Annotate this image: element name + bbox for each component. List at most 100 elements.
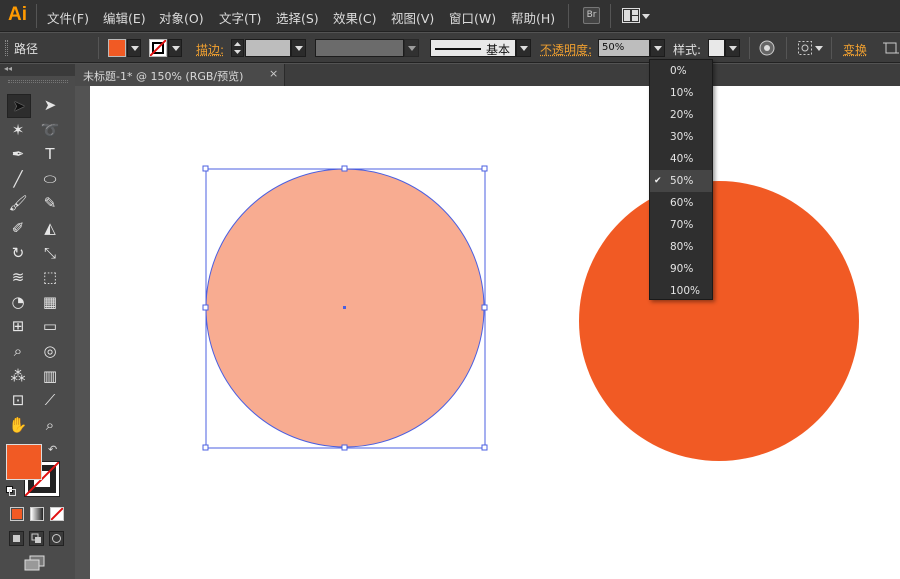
color-icon [12,509,22,519]
symbol-sprayer-tool-icon[interactable]: ⁂ [7,365,29,387]
menu-help[interactable]: 帮助(H) [511,8,555,27]
mesh-tool-icon[interactable]: ⊞ [7,315,29,337]
slice-tool-icon[interactable]: ⟋ [39,389,61,411]
gradient-mode-button[interactable] [30,507,44,521]
opacity-option[interactable]: 60% [650,192,712,214]
gradient-tool-icon[interactable]: ▭ [39,315,61,337]
variable-width-dropdown[interactable] [404,39,419,57]
scale-tool-icon[interactable]: ⤡ [39,242,61,264]
brush-definition-dropdown[interactable] [516,39,531,57]
eyedropper-tool-icon[interactable]: ⌕ [7,340,29,362]
brush-definition-field[interactable]: 基本 [430,39,516,57]
rotate-tool-icon[interactable]: ↻ [7,242,29,264]
type-tool-icon[interactable]: T [39,143,61,165]
recolor-artwork-icon[interactable] [759,40,775,56]
variable-width-profile[interactable] [315,39,404,57]
opaque-circle[interactable] [579,181,859,461]
fill-color [109,40,125,56]
swap-fill-stroke-icon[interactable]: ↶ [48,443,57,456]
screen-mode-button[interactable] [24,555,46,571]
menu-effect[interactable]: 效果(C) [333,8,376,27]
pen-tool-icon[interactable]: ✒ [7,143,29,165]
color-mode-button[interactable] [10,507,24,521]
resize-handle-top[interactable] [341,165,348,172]
stepper-arrows-icon [234,42,241,54]
draw-normal-button[interactable] [9,531,24,546]
fill-dropdown[interactable] [127,39,141,57]
draw-behind-button[interactable] [29,531,44,546]
line-tool-icon[interactable]: ╱ [7,168,29,190]
default-colors-icon[interactable] [6,485,16,496]
opacity-option[interactable]: 0% [650,60,712,82]
opacity-input[interactable]: 50% [598,39,650,57]
lasso-tool-icon[interactable]: ➰ [39,119,61,141]
chevron-down-icon[interactable] [815,46,823,51]
graphic-style-swatch[interactable] [708,39,725,57]
stroke-weight-stepper[interactable] [231,39,244,57]
control-bar-grip[interactable] [5,40,8,56]
chevron-down-icon[interactable] [642,14,650,19]
resize-handle-left[interactable] [202,304,209,311]
resize-handle-bottom-right[interactable] [481,444,488,451]
zoom-tool-icon[interactable]: ⌕ [39,414,61,436]
collapse-panel-icon[interactable]: ◂◂ [4,64,12,73]
fill-color-box[interactable] [6,444,42,480]
stroke-dropdown[interactable] [168,39,182,57]
pencil-tool-icon[interactable]: ✎ [39,192,61,214]
ellipse-tool-icon[interactable]: ⬭ [39,168,61,190]
resize-handle-bottom[interactable] [341,444,348,451]
resize-handle-bottom-left[interactable] [202,444,209,451]
free-transform-tool-icon[interactable]: ⬚ [39,266,61,288]
close-tab-icon[interactable]: × [269,67,278,80]
resize-handle-right[interactable] [481,304,488,311]
resize-handle-top-right[interactable] [481,165,488,172]
isolate-object-icon[interactable] [797,40,813,56]
eraser-tool-icon[interactable]: ◭ [39,217,61,239]
warp-tool-icon[interactable]: ≋ [7,266,29,288]
blend-tool-icon[interactable]: ◎ [39,340,61,362]
graph-tool-icon[interactable]: ▥ [39,365,61,387]
graphic-style-dropdown[interactable] [725,39,740,57]
selection-tool-icon[interactable]: ➤ [7,94,31,118]
opacity-option[interactable]: 90% [650,258,712,280]
opacity-option[interactable]: 20% [650,104,712,126]
stroke-weight-input[interactable] [245,39,291,57]
opacity-option[interactable]: 80% [650,236,712,258]
menu-select[interactable]: 选择(S) [276,8,319,27]
opacity-option[interactable]: 40% [650,148,712,170]
menu-file[interactable]: 文件(F) [47,8,89,27]
menu-window[interactable]: 窗口(W) [449,8,496,27]
opacity-label[interactable]: 不透明度: [540,41,592,58]
draw-inside-button[interactable] [49,531,64,546]
transform-label[interactable]: 变换 [843,41,867,58]
opacity-dropdown[interactable] [650,39,665,57]
opacity-option[interactable]: 30% [650,126,712,148]
direct-selection-tool-icon[interactable]: ➤ [39,94,61,116]
none-mode-button[interactable] [50,507,64,521]
menu-type[interactable]: 文字(T) [219,8,261,27]
artboard-tool-icon[interactable]: ⊡ [7,389,29,411]
menu-view[interactable]: 视图(V) [391,8,434,27]
align-icon[interactable] [883,40,899,56]
tools-grip[interactable] [8,80,68,83]
menu-object[interactable]: 对象(O) [159,8,204,27]
arrange-documents-icon[interactable] [622,8,640,23]
stroke-swatch[interactable] [149,39,167,57]
opacity-option[interactable]: ✔ 50% [650,170,712,192]
document-tab[interactable]: 未标题-1* @ 150% (RGB/预览) × [75,64,285,86]
magic-wand-tool-icon[interactable]: ✶ [7,119,29,141]
stroke-weight-dropdown[interactable] [291,39,306,57]
fill-swatch[interactable] [108,39,126,57]
shape-builder-tool-icon[interactable]: ◔ [7,291,29,313]
paintbrush-tool-icon[interactable]: 🖌 [7,192,29,214]
stroke-label[interactable]: 描边: [196,41,224,58]
bridge-button[interactable]: Br [583,7,600,24]
hand-tool-icon[interactable]: ✋ [7,414,29,436]
menu-edit[interactable]: 编辑(E) [103,8,146,27]
blob-brush-tool-icon[interactable]: ✐ [7,217,29,239]
opacity-option[interactable]: 10% [650,82,712,104]
resize-handle-top-left[interactable] [202,165,209,172]
opacity-option[interactable]: 100% [650,280,712,302]
perspective-grid-tool-icon[interactable]: ▦ [39,291,61,313]
opacity-option[interactable]: 70% [650,214,712,236]
